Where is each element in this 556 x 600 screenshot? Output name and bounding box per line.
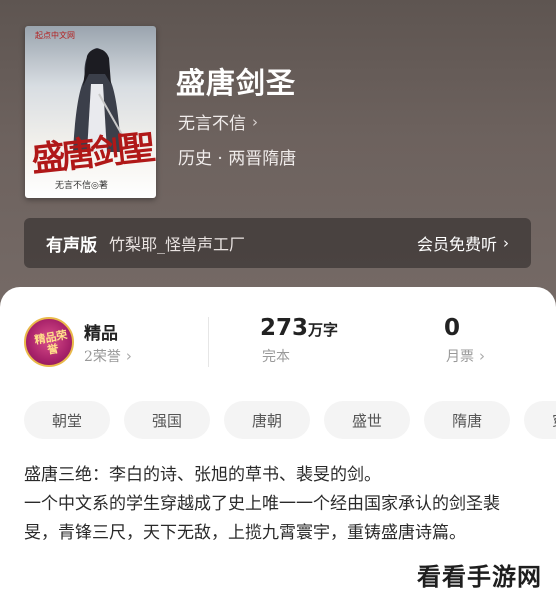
tag-chip[interactable]: 穿越 <box>524 401 556 439</box>
divider <box>208 317 209 367</box>
tag-chip[interactable]: 强国 <box>124 401 211 439</box>
monthly-votes-count: 0 <box>444 315 461 341</box>
monthly-votes-link[interactable]: 月票 › <box>446 346 485 366</box>
audio-version-bar[interactable]: 有声版 竹梨耶_怪兽声工厂 会员免费听 › <box>24 218 531 268</box>
word-count-number: 273 <box>260 315 309 341</box>
audio-narrator: 竹梨耶_怪兽声工厂 <box>109 235 246 254</box>
quality-medal-icon[interactable]: 精品荣誉 <box>24 317 74 367</box>
cover-title-art: 盛唐剑聖 <box>29 127 154 181</box>
tag-chip[interactable]: 唐朝 <box>224 401 311 439</box>
book-genre: 历史 · 两晋隋唐 <box>178 149 297 169</box>
chevron-right-icon: › <box>479 347 485 365</box>
completion-status: 完本 <box>262 349 290 365</box>
listen-free-button[interactable]: 会员免费听 › <box>417 231 509 255</box>
chevron-right-icon: › <box>125 347 132 365</box>
author-link[interactable]: 无言不信 › <box>178 109 258 135</box>
monthly-votes-label: 月票 <box>446 349 474 365</box>
honors-count: 2荣誉 <box>84 349 121 365</box>
synopsis-line: 一个中文系的学生穿越成了史上唯一一个经由国家承认的剑圣裴旻，青锋三尺，天下无敌，… <box>24 494 500 543</box>
medal-text: 精品荣誉 <box>33 328 69 357</box>
watermark: 看看手游网 <box>413 557 546 592</box>
word-count-unit: 万字 <box>308 321 339 339</box>
tag-list: 朝堂 强国 唐朝 盛世 隋唐 穿越 快节 <box>24 401 556 441</box>
publisher-badge: 起点中文网 <box>35 31 75 40</box>
synopsis-line: 盛唐三绝：李白的诗、张旭的草书、裴旻的剑。 <box>24 465 381 485</box>
book-header: 起点中文网 盛唐剑聖 无言不信◎著 盛唐剑圣 无言不信 › 历史 · 两晋隋唐 … <box>0 0 556 310</box>
listen-free-label: 会员免费听 <box>416 235 497 254</box>
detail-card: 精品荣誉 精品 2荣誉 › 273万字 完本 0 月票 › 朝堂 强国 唐朝 盛… <box>0 287 556 600</box>
audio-label: 有声版 <box>46 235 97 256</box>
chevron-right-icon: › <box>252 112 258 131</box>
tag-chip[interactable]: 隋唐 <box>424 401 511 439</box>
book-title: 盛唐剑圣 <box>176 66 297 100</box>
chevron-right-icon: › <box>503 234 509 252</box>
word-count: 273万字 <box>260 315 338 341</box>
honors-link[interactable]: 2荣誉 › <box>84 346 132 366</box>
cover-author-line: 无言不信◎著 <box>55 181 108 191</box>
tag-chip[interactable]: 盛世 <box>324 401 411 439</box>
quality-label: 精品 <box>84 324 118 344</box>
tag-chip[interactable]: 朝堂 <box>24 401 111 439</box>
synopsis[interactable]: 盛唐三绝：李白的诗、张旭的草书、裴旻的剑。 一个中文系的学生穿越成了史上唯一一个… <box>24 461 514 548</box>
stats-row: 精品荣誉 精品 2荣誉 › 273万字 完本 0 月票 › <box>0 309 556 379</box>
author-name: 无言不信 <box>178 114 246 134</box>
book-cover[interactable]: 起点中文网 盛唐剑聖 无言不信◎著 <box>25 26 156 198</box>
